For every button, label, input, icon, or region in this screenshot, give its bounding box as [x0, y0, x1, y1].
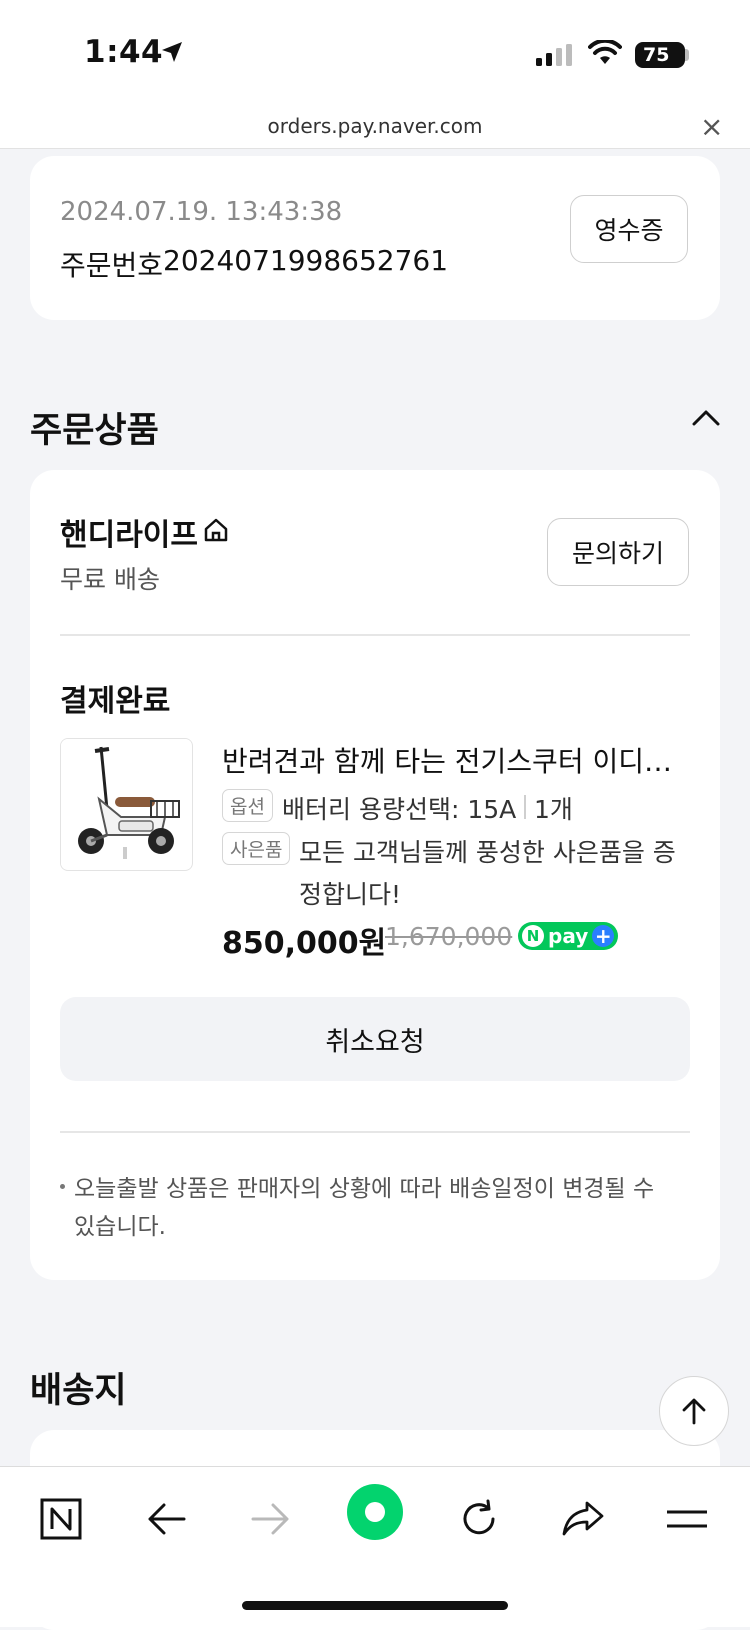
- reload-icon: [463, 1499, 495, 1535]
- chevron-up-icon[interactable]: [692, 408, 720, 426]
- url-text[interactable]: orders.pay.naver.com: [0, 114, 750, 138]
- npay-label: pay: [548, 924, 589, 948]
- original-price: 1,670,000: [385, 922, 513, 951]
- bullet-dot: [60, 1184, 65, 1189]
- scooter-image: [61, 739, 191, 869]
- seller-name[interactable]: 핸디라이프: [60, 510, 198, 554]
- naver-n-badge-icon: N: [522, 925, 544, 947]
- naver-home-button[interactable]: [34, 1492, 88, 1546]
- npay-plus-badge: N pay +: [518, 922, 619, 950]
- share-icon: [562, 1501, 604, 1536]
- order-status: 결제완료: [60, 684, 171, 719]
- option-tag: 옵션: [222, 789, 273, 822]
- signal-icon: [536, 44, 572, 66]
- order-number-label: 주문번호: [60, 249, 164, 282]
- product-thumbnail[interactable]: [60, 738, 193, 871]
- divider: [60, 634, 690, 636]
- status-time: 1:44: [84, 34, 164, 70]
- location-arrow-icon: [162, 42, 182, 62]
- divider: [60, 1131, 690, 1133]
- gift-tag: 사은품: [222, 832, 291, 865]
- reload-button[interactable]: [452, 1492, 506, 1546]
- green-dot-icon: [365, 1502, 385, 1522]
- cancel-request-button[interactable]: 취소요청: [60, 997, 690, 1081]
- product-name[interactable]: 반려견과 함께 타는 전기스쿠터 이디뚜바이크 미니: [222, 740, 690, 780]
- order-datetime: 2024.07.19. 13:43:38: [60, 197, 343, 227]
- quantity: 1개: [534, 795, 573, 824]
- menu-button[interactable]: [660, 1492, 714, 1546]
- plus-badge-icon: +: [592, 924, 615, 948]
- close-icon[interactable]: ×: [700, 110, 723, 143]
- back-arrow-icon: [148, 1503, 186, 1535]
- battery-cap: [685, 49, 689, 61]
- option-text: 배터리 용량선택: 15A: [282, 795, 517, 824]
- back-button[interactable]: [139, 1492, 193, 1546]
- section-title-ordered-products: 주문상품: [30, 411, 159, 451]
- naver-green-button[interactable]: [347, 1484, 403, 1540]
- section-title-delivery: 배송지: [30, 1371, 127, 1411]
- forward-button[interactable]: [244, 1492, 298, 1546]
- price: 850,000원: [222, 926, 387, 961]
- home-icon[interactable]: [203, 517, 229, 543]
- shipping-note: 오늘출발 상품은 판매자의 상황에 따라 배송일정이 변경될 수 있습니다.: [74, 1176, 655, 1240]
- battery-indicator: 75: [635, 42, 685, 68]
- naver-n-icon: [40, 1498, 82, 1540]
- receipt-button[interactable]: 영수증: [570, 195, 688, 263]
- home-indicator: [242, 1601, 508, 1610]
- order-number: 2024071998652761: [163, 244, 449, 277]
- inquiry-button[interactable]: 문의하기: [547, 518, 689, 586]
- arrow-up-icon: [682, 1398, 706, 1425]
- wifi-icon: [588, 40, 622, 64]
- gift-text: 모든 고객님들께 풍성한 사은품을 증정합니다!: [299, 838, 676, 909]
- forward-arrow-icon: [251, 1503, 289, 1535]
- shipping-info: 무료 배송: [60, 565, 160, 594]
- scroll-to-top-button[interactable]: [659, 1376, 729, 1446]
- share-button[interactable]: [556, 1492, 610, 1546]
- menu-icon: [667, 1510, 707, 1528]
- option-separator: [524, 795, 526, 819]
